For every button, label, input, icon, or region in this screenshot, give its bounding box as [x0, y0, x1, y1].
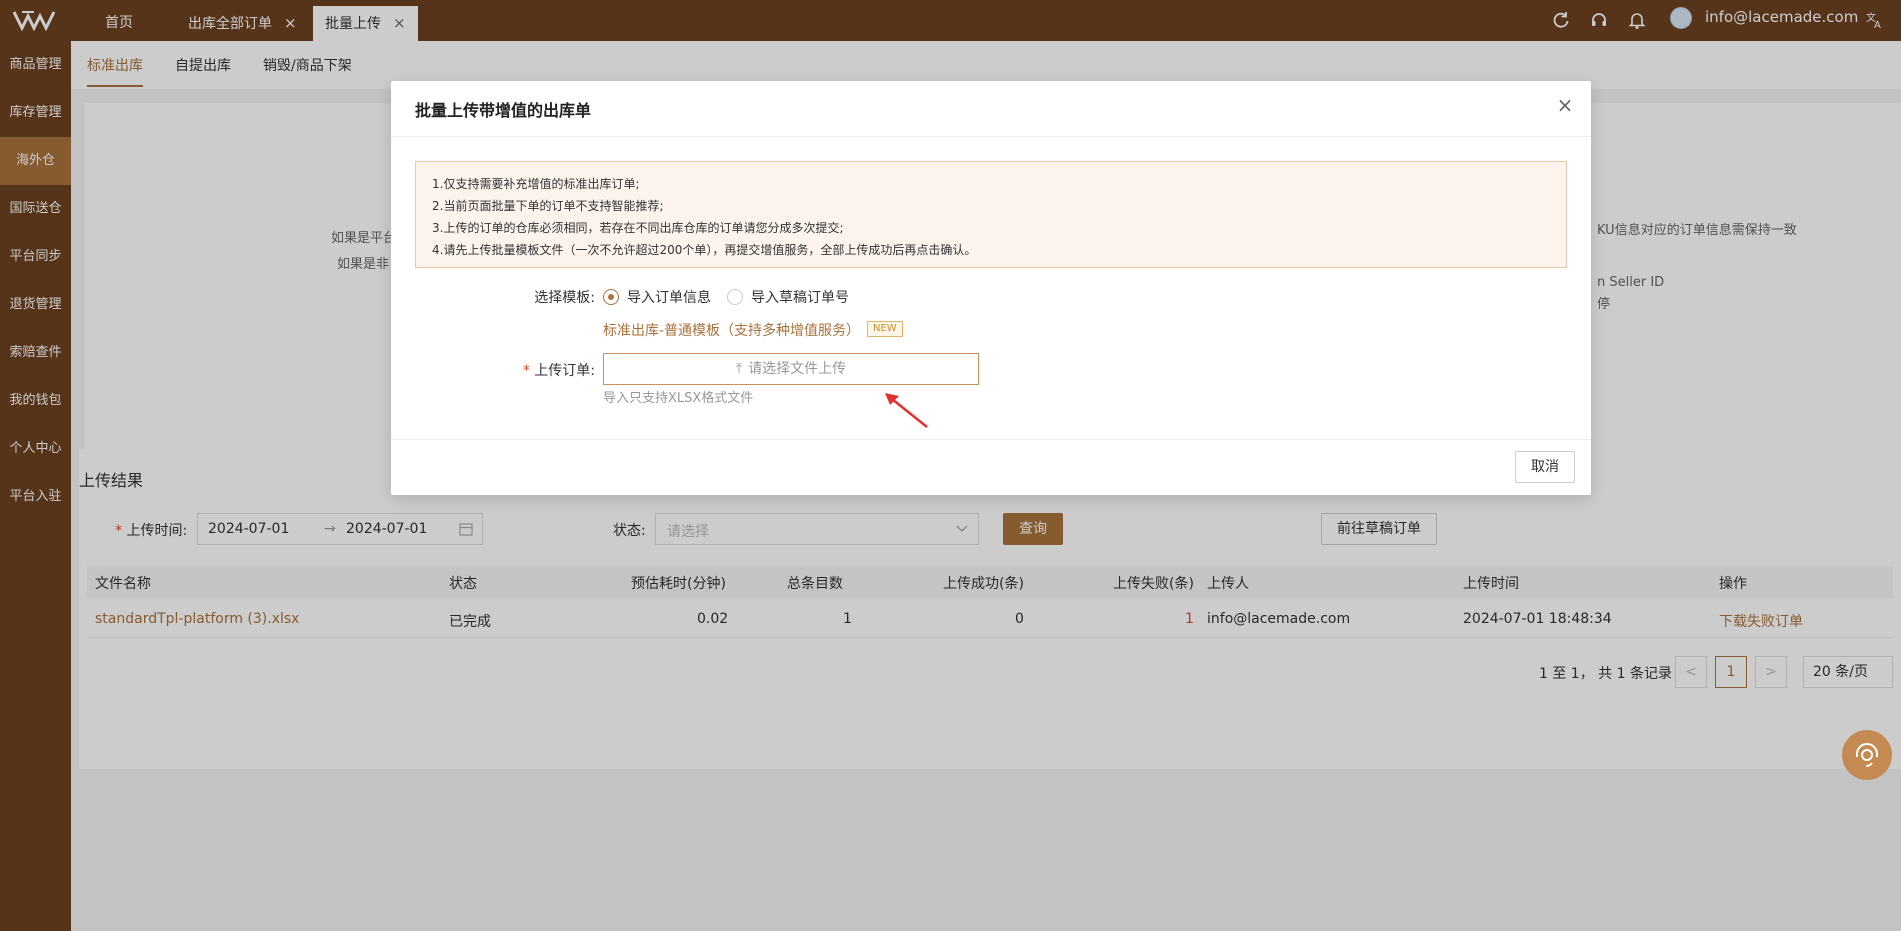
upload-order-label: * 上传订单: [511, 360, 595, 380]
upload-order-label-text: 上传订单: [534, 363, 595, 379]
notice-line: 4.请先上传批量模板文件（一次不允许超过200个单），再提交增值服务，全部上传成… [432, 243, 977, 257]
new-badge: NEW [867, 321, 903, 337]
notice-line: 3.上传的订单的仓库必须相同，若存在不同出库仓库的订单请您分成多次提交; [432, 221, 844, 235]
red-arrow-annotation-icon [885, 393, 928, 428]
radio-import-order-info[interactable] [603, 289, 619, 305]
notice-line: 2.当前页面批量下单的订单不支持智能推荐; [432, 199, 664, 213]
required-mark: * [522, 363, 530, 379]
upload-placeholder: 请选择文件上传 [748, 361, 847, 377]
divider [391, 439, 1591, 440]
batch-upload-modal: 批量上传带增值的出库单 × 1.仅支持需要补充增值的标准出库订单; 2.当前页面… [391, 81, 1591, 495]
radio-import-draft-order[interactable] [727, 289, 743, 305]
file-upload-button[interactable]: ⤒ 请选择文件上传 [603, 353, 979, 385]
template-label: 选择模板: [534, 290, 595, 306]
divider [391, 136, 1591, 137]
close-icon[interactable]: × [1555, 95, 1575, 115]
template-download-link[interactable]: 标准出库-普通模板（支持多种增值服务） [603, 320, 860, 340]
modal-title: 批量上传带增值的出库单 [415, 101, 592, 120]
upload-icon: ⤒ [735, 361, 743, 377]
headset-icon [1856, 743, 1878, 767]
notice-box: 1.仅支持需要补充增值的标准出库订单; 2.当前页面批量下单的订单不支持智能推荐… [415, 161, 1567, 268]
upload-hint: 导入只支持XLSX格式文件 [603, 391, 754, 406]
customer-service-button[interactable] [1842, 730, 1892, 780]
cancel-button[interactable]: 取消 [1515, 451, 1575, 483]
notice-line: 1.仅支持需要补充增值的标准出库订单; [432, 177, 640, 191]
radio-import-draft-order-label[interactable]: 导入草稿订单号 [751, 287, 849, 307]
radio-import-order-info-label[interactable]: 导入订单信息 [627, 287, 711, 307]
